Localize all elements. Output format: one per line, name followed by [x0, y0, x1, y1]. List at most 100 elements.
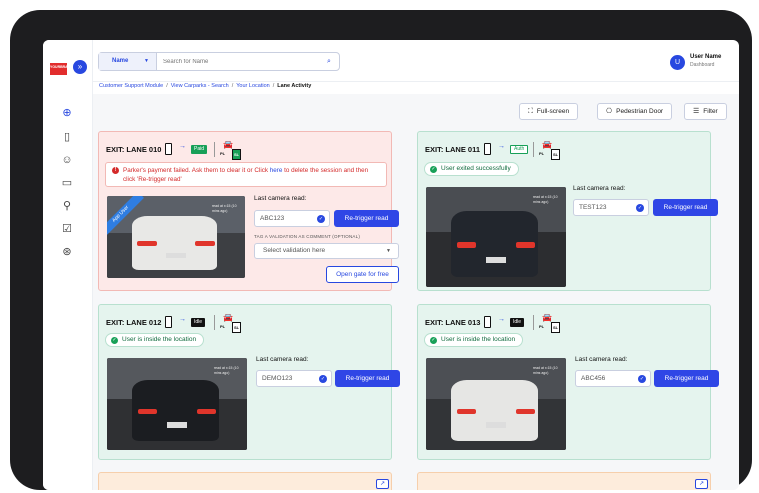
phone-icon [484, 143, 491, 155]
arrow-right-icon: → [498, 143, 505, 150]
sidebar: YOURBRAND » ⊕ ▯ ☺ ▭ ⚲ ☑ ⊛ [43, 40, 93, 490]
search-field-value: Name [112, 58, 129, 64]
settings-icon[interactable]: ⊛ [60, 245, 74, 259]
caret-down-icon: ▼ [386, 248, 391, 254]
check-icon: ✓ [636, 204, 644, 212]
camera-timestamp: read at x:15 (10 mins ago) [533, 195, 558, 204]
open-gate-button[interactable]: Open gate for free [326, 266, 399, 283]
receipt-icon[interactable]: ▯ [60, 130, 74, 144]
breadcrumb-item[interactable]: Customer Support Module [99, 83, 163, 89]
error-icon: ! [112, 167, 119, 174]
status-message: ✓ User is inside the location [424, 333, 524, 347]
lane-card-partial: ↗ [98, 472, 392, 490]
check-circle-icon: ✓ [430, 166, 437, 173]
search-icon[interactable]: ⌕ [327, 53, 331, 70]
camera-image: App User read at x:15 (10 mins ago) [107, 196, 245, 278]
arrow-right-icon: → [498, 316, 505, 323]
phone-icon [484, 316, 491, 328]
retrigger-read-button[interactable]: Re-trigger read [653, 199, 718, 216]
chevron-right-icon[interactable]: » [73, 60, 87, 74]
retrigger-read-button[interactable]: Re-trigger read [334, 210, 399, 227]
users-icon[interactable]: ☺ [60, 153, 74, 167]
car-icon: 🚘 PL SL [539, 313, 567, 333]
fullscreen-button[interactable]: ⛶ Full-screen [519, 103, 579, 120]
phone-icon [165, 143, 172, 155]
lane-title: EXIT: LANE 013 [425, 318, 481, 327]
lane-card-013: EXIT: LANE 013 → Idle 🚘 PL SL ✓ User is ins… [417, 304, 719, 460]
lane-title: EXIT: LANE 012 [106, 318, 162, 327]
app-screen: YOURBRAND » ⊕ ▯ ☺ ▭ ⚲ ☑ ⊛ Name ▼ ⌕ U Use… [43, 40, 739, 490]
main-content: ⛶ Full-screen ⎔ Pedestrian Door ☰ Filter EX… [93, 94, 739, 490]
ticket-icon[interactable]: ▭ [60, 176, 74, 190]
camera-read-label: Last camera read: [575, 356, 628, 363]
plate-input[interactable]: DEMO123 ✓ [256, 370, 332, 387]
retrigger-read-button[interactable]: Re-trigger read [654, 370, 719, 387]
check-icon: ✓ [638, 375, 646, 383]
delete-session-link[interactable]: here [270, 167, 283, 174]
lane-card-012: EXIT: LANE 012 → Idle 🚘 PL SL ✓ User is ins… [98, 304, 400, 460]
retrigger-read-button[interactable]: Re-trigger read [335, 370, 400, 387]
check-icon: ✓ [319, 375, 327, 383]
validation-label: TAG A VALIDATION AS COMMENT (OPTIONAL) [254, 234, 361, 239]
arrow-right-icon: → [179, 316, 186, 323]
check-circle-icon: ✓ [430, 337, 437, 344]
breadcrumb-current: Lane Activity [277, 83, 312, 89]
expand-icon[interactable]: ↗ [376, 479, 389, 489]
avatar[interactable]: U [670, 55, 685, 70]
lane-title: EXIT: LANE 011 [425, 145, 481, 154]
check-circle-icon: ✓ [111, 337, 118, 344]
expand-icon: ⛶ [528, 108, 533, 115]
car-icon: 🚘 PL SL [220, 313, 248, 333]
status-badge: Auth [510, 145, 529, 154]
camera-image: read at x:15 (10 mins ago) [426, 187, 566, 287]
user-subtitle: Dashboard [690, 62, 715, 68]
payment-error-alert: ! Parker's payment failed. Ask them to c… [105, 162, 387, 187]
user-name[interactable]: User Name [690, 54, 721, 60]
plate-input[interactable]: ABC123 ✓ [254, 210, 330, 227]
status-badge: Idle [510, 318, 525, 327]
pedestrian-door-button[interactable]: ⎔ Pedestrian Door [597, 103, 673, 120]
camera-image: read at x:15 (10 mins ago) [107, 358, 247, 450]
lane-card-011: EXIT: LANE 011 → Auth 🚘 PL SL ✓ User exited… [417, 131, 718, 291]
search-box: Name ▼ ⌕ [98, 52, 340, 71]
arrow-right-icon: → [179, 143, 186, 150]
camera-timestamp: read at x:15 (10 mins ago) [533, 366, 558, 375]
breadcrumb-item[interactable]: Your Location [236, 83, 269, 89]
status-message: ✓ User exited successfully [424, 162, 519, 176]
lane-card-partial: ↗ [417, 472, 711, 490]
pin-icon[interactable]: ⚲ [60, 199, 74, 213]
camera-read-label: Last camera read: [254, 195, 307, 202]
top-bar: Name ▼ ⌕ U User Name Dashboard [93, 40, 739, 82]
divider [214, 315, 215, 330]
breadcrumb-item[interactable]: View Carparks - Search [171, 83, 229, 89]
car-icon: 🚘 PL SL [539, 140, 567, 160]
phone-icon [165, 316, 172, 328]
status-badge: Idle [191, 318, 206, 327]
breadcrumb: Customer Support Module / View Carparks - … [99, 83, 312, 89]
expand-icon[interactable]: ↗ [695, 479, 708, 489]
divider [214, 142, 215, 157]
camera-read-label: Last camera read: [573, 185, 626, 192]
search-input[interactable] [163, 53, 323, 70]
door-icon: ⎔ [606, 108, 613, 115]
divider [533, 315, 534, 330]
filter-icon: ☰ [693, 108, 700, 115]
status-badge: Paid [191, 145, 208, 154]
lane-card-010: EXIT: LANE 010 → Paid 🚘 PL SL ! Parker's p… [98, 131, 399, 291]
plate-input[interactable]: ABC456 ✓ [575, 370, 651, 387]
plate-input[interactable]: TEST123 ✓ [573, 199, 649, 216]
camera-timestamp: read at x:15 (10 mins ago) [214, 366, 239, 375]
divider [533, 142, 534, 157]
brand-logo: YOURBRAND [50, 63, 73, 75]
filter-button[interactable]: ☰ Filter [684, 103, 727, 120]
tablet-frame: YOURBRAND » ⊕ ▯ ☺ ▭ ⚲ ☑ ⊛ Name ▼ ⌕ U Use… [10, 10, 752, 490]
camera-read-label: Last camera read: [256, 356, 309, 363]
car-icon: 🚘 PL SL [220, 140, 248, 160]
check-icon: ✓ [317, 215, 325, 223]
checklist-icon[interactable]: ☑ [60, 222, 74, 236]
validation-select[interactable]: Select validation here ▼ [254, 243, 399, 259]
camera-image: read at x:15 (10 mins ago) [426, 358, 566, 450]
caret-down-icon[interactable]: ▼ [144, 53, 149, 70]
parking-icon[interactable]: ⊕ [60, 106, 74, 120]
camera-timestamp: read at x:15 (10 mins ago) [212, 204, 237, 213]
